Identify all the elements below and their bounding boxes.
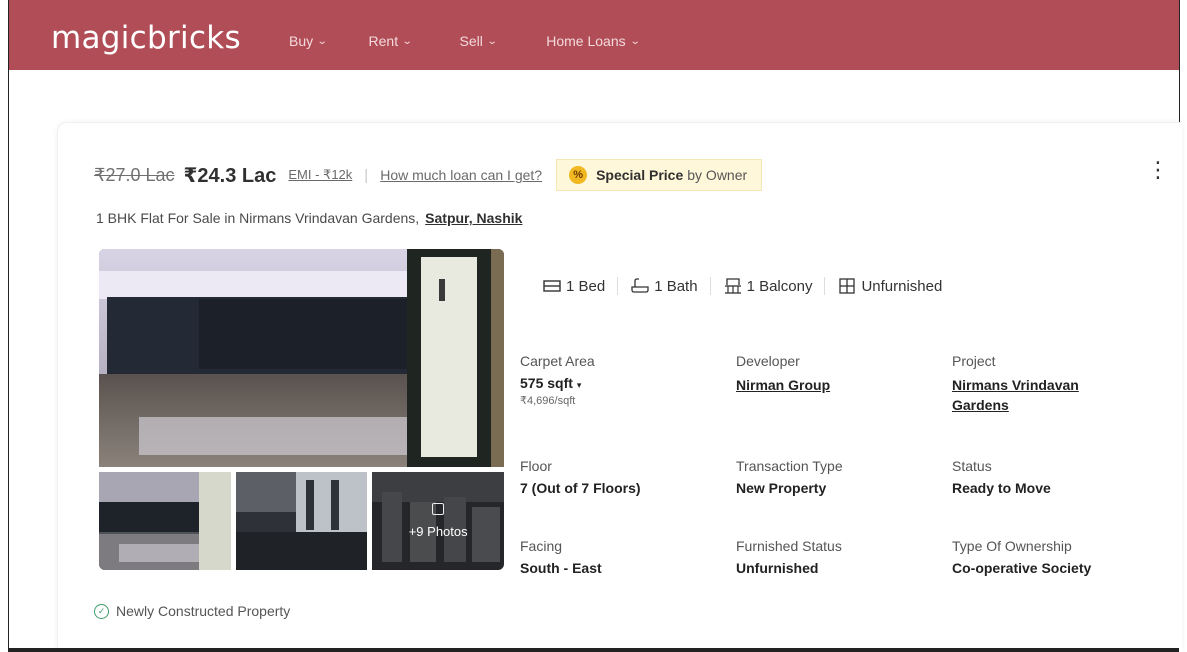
unit-dropdown-icon[interactable]: ▾	[577, 380, 582, 390]
thumbnail-photo[interactable]	[235, 472, 368, 570]
loan-eligibility-link[interactable]: How much loan can I get?	[380, 167, 542, 183]
project-name-line1: Nirmans Vrindavan	[952, 377, 1079, 393]
current-price: ₹24.3 Lac	[183, 164, 277, 187]
price-row: ₹27.0 Lac ₹24.3 Lac EMI - ₹12k | How muc…	[94, 159, 763, 191]
amenity-bath-label: 1 Bath	[654, 277, 698, 295]
nav-rent-label: Rent	[368, 33, 399, 49]
amenity-furnishing: Unfurnished	[837, 277, 942, 295]
special-price-label: Special Price	[596, 167, 684, 183]
ownership-value: Co-operative Society	[952, 560, 1092, 576]
amenity-divider	[617, 277, 619, 295]
more-photos-label: +9 Photos	[408, 524, 468, 539]
bottom-border	[9, 648, 1179, 652]
status-value: Ready to Move	[952, 480, 1051, 496]
page: magicbricks Buy ⌄ Rent ⌄ Sell ⌄ Home Loa…	[8, 0, 1182, 652]
thumbnail-image	[235, 472, 368, 570]
original-price: ₹27.0 Lac	[94, 164, 175, 185]
carpet-area-label: Carpet Area	[520, 353, 595, 369]
locality-link[interactable]: Satpur, Nashik	[425, 210, 522, 226]
special-price-owner: by Owner	[687, 167, 748, 183]
main-nav: Buy ⌄ Rent ⌄ Sell ⌄ Home Loans ⌄	[289, 33, 641, 49]
room-photo-image	[99, 249, 504, 467]
nav-home-loans-label: Home Loans	[546, 33, 626, 49]
special-price-badge: % Special Price by Owner	[556, 159, 763, 191]
status-label: Status	[952, 458, 992, 474]
summary-ownership: Type Of Ownership Co-operative Society	[952, 538, 1091, 576]
furnished-status-label: Furnished Status	[736, 538, 842, 554]
summary-floor: Floor 7 (Out of 7 Floors)	[520, 458, 641, 496]
thumbnail-photo-more[interactable]: +9 Photos	[372, 472, 505, 570]
facing-label: Facing	[520, 538, 563, 554]
chevron-down-icon: ⌄	[486, 35, 498, 47]
amenity-bed-label: 1 Bed	[566, 277, 606, 295]
amenity-divider	[824, 277, 826, 295]
transaction-type-value: New Property	[736, 480, 827, 496]
top-navigation-bar: magicbricks Buy ⌄ Rent ⌄ Sell ⌄ Home Loa…	[9, 0, 1179, 70]
amenity-divider	[709, 277, 711, 295]
summary-developer: Developer Nirman Group	[736, 353, 830, 395]
chevron-down-icon: ⌄	[316, 35, 328, 47]
percent-icon: %	[569, 166, 588, 184]
amenity-balcony-label: 1 Balcony	[746, 277, 813, 295]
price-per-sqft: ₹4,696/sqft	[520, 395, 576, 407]
project-name-line2: Gardens	[952, 397, 1009, 413]
amenity-bath: 1 Bath	[630, 277, 698, 295]
summary-furnished-status: Furnished Status Unfurnished	[736, 538, 842, 576]
nav-home-loans[interactable]: Home Loans ⌄	[546, 33, 641, 49]
carpet-area-number: 575 sqft	[520, 375, 573, 391]
nav-buy-label: Buy	[289, 33, 314, 49]
transaction-type-label: Transaction Type	[736, 458, 843, 474]
balcony-icon	[724, 278, 741, 294]
amenity-balcony: 1 Balcony	[723, 277, 813, 295]
developer-link[interactable]: Nirman Group	[736, 375, 830, 395]
thumbnail-image	[372, 472, 505, 570]
summary-facing: Facing South - East	[520, 538, 602, 576]
amenity-furnishing-label: Unfurnished	[861, 277, 943, 295]
property-listing-card[interactable]: ₹27.0 Lac ₹24.3 Lac EMI - ₹12k | How muc…	[57, 122, 1182, 652]
price-separator: |	[364, 166, 369, 184]
thumbnail-image	[99, 472, 231, 570]
magicbricks-logo[interactable]: magicbricks	[51, 20, 241, 56]
amenities-row: 1 Bed 1 Bath 1 Balcony Unfurnished	[542, 277, 942, 295]
summary-carpet-area: Carpet Area 575 sqft ▾ ₹4,696/sqft	[520, 353, 595, 407]
summary-project: Project Nirmans Vrindavan Gardens	[952, 353, 1079, 415]
bath-icon	[631, 278, 649, 293]
floor-value: 7 (Out of 7 Floors)	[520, 480, 641, 496]
project-link[interactable]: Nirmans Vrindavan Gardens	[952, 375, 1079, 415]
summary-status: Status Ready to Move	[952, 458, 1051, 496]
chevron-down-icon: ⌄	[629, 35, 641, 47]
project-label: Project	[952, 353, 996, 369]
bed-icon	[543, 280, 561, 292]
nav-sell-label: Sell	[459, 33, 483, 49]
floor-label: Floor	[520, 458, 552, 474]
carpet-area-value[interactable]: 575 sqft ▾	[520, 375, 595, 391]
developer-label: Developer	[736, 353, 800, 369]
gallery-icon	[432, 503, 445, 515]
furnished-status-value: Unfurnished	[736, 560, 819, 576]
nav-buy[interactable]: Buy ⌄	[289, 33, 328, 49]
listing-title: 1 BHK Flat For Sale in Nirmans Vrindavan…	[96, 210, 522, 226]
emi-link[interactable]: EMI - ₹12k	[288, 167, 352, 183]
listing-title-text: 1 BHK Flat For Sale in Nirmans Vrindavan…	[96, 210, 420, 226]
newly-constructed-tag: ✓ Newly Constructed Property	[94, 603, 290, 619]
photo-thumbnails: +9 Photos	[99, 472, 505, 570]
nav-sell[interactable]: Sell ⌄	[459, 33, 498, 49]
ownership-label: Type Of Ownership	[952, 538, 1072, 554]
newly-constructed-label: Newly Constructed Property	[116, 603, 291, 619]
main-property-photo[interactable]	[99, 249, 504, 467]
amenity-bed: 1 Bed	[542, 278, 605, 295]
facing-value: South - East	[520, 560, 602, 576]
nav-rent[interactable]: Rent ⌄	[368, 33, 413, 49]
furnishing-icon	[839, 278, 856, 294]
check-circle-icon: ✓	[94, 603, 109, 619]
chevron-down-icon: ⌄	[401, 35, 413, 47]
more-options-icon[interactable]: ⋮	[1147, 159, 1169, 181]
thumbnail-photo[interactable]	[99, 472, 231, 570]
summary-transaction-type: Transaction Type New Property	[736, 458, 843, 496]
